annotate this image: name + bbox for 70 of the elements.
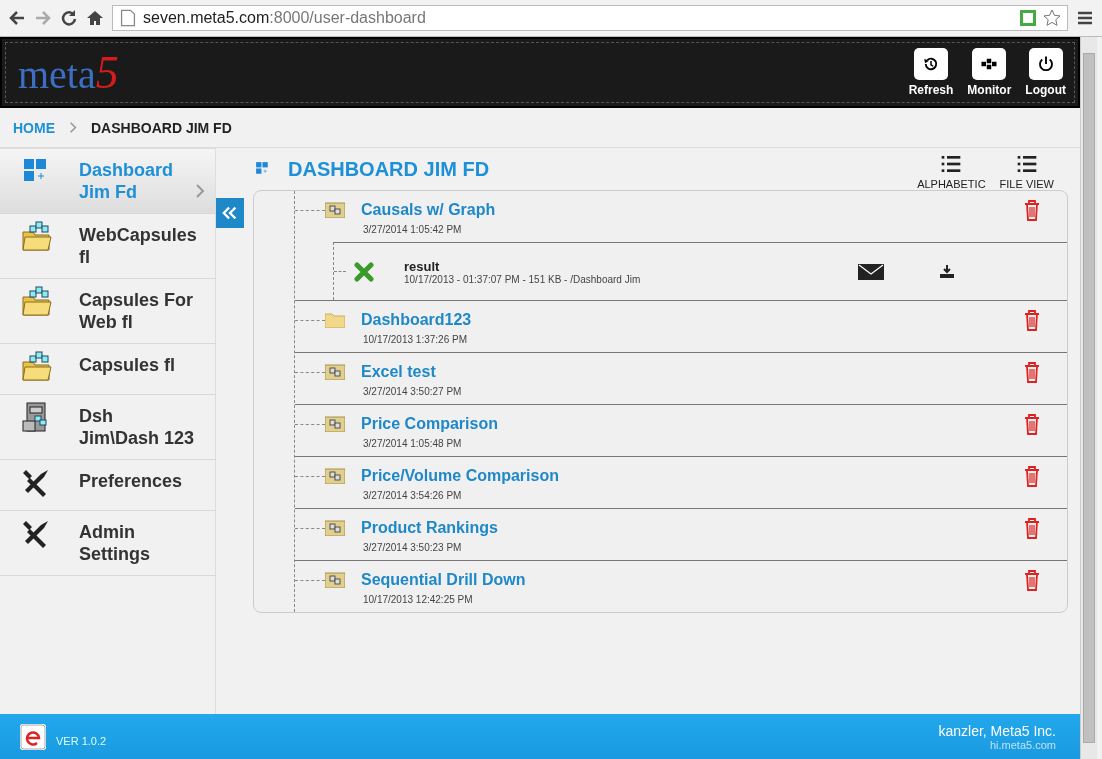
sidebar-item[interactable]: WebCapsules fl — [0, 214, 215, 279]
folder-icon — [325, 312, 345, 328]
sidebar-item-label: Dashboard Jim Fd — [79, 159, 175, 203]
folder-icon — [20, 350, 54, 384]
history-icon — [922, 55, 940, 73]
header-button[interactable]: Refresh — [908, 48, 954, 97]
url-text: seven.meta5.com:8000/user-dashboard — [143, 9, 426, 27]
sidebar-item[interactable]: Dsh Jim\Dash 123 — [0, 395, 215, 460]
sidebar-item[interactable]: Capsules For Web fl — [0, 279, 215, 344]
sidebar-item-label: WebCapsules fl — [79, 224, 197, 268]
list-icon — [1016, 156, 1037, 172]
back-icon[interactable] — [8, 9, 26, 27]
capsule-icon — [325, 520, 345, 536]
item-date: 10/17/2013 12:42:25 PM — [362, 593, 474, 607]
version-text: VER 1.0.2 — [56, 733, 108, 747]
mail-icon[interactable] — [858, 263, 884, 280]
breadcrumb-current: DASHBOARD JIM FD — [91, 119, 232, 136]
site-text: hi.meta5.com — [989, 738, 1056, 751]
page-title: DASHBOARD JIM FD — [288, 157, 491, 181]
chevron-icon — [69, 121, 77, 134]
menu-icon[interactable] — [1076, 9, 1094, 27]
trash-icon[interactable] — [1023, 361, 1041, 383]
sidebar-item-label: Admin Settings — [79, 521, 151, 565]
download-icon[interactable] — [939, 264, 955, 279]
folder-icon — [20, 220, 54, 254]
power-icon — [1036, 55, 1055, 73]
double-chevron-icon — [221, 204, 239, 222]
capsule-icon — [325, 572, 345, 588]
item-date: 3/27/2014 3:50:27 PM — [362, 385, 463, 399]
sidebar-item[interactable]: Capsules fl — [0, 344, 215, 395]
item-date: 3/27/2014 3:50:23 PM — [362, 541, 463, 555]
logo: meta5 — [18, 46, 119, 99]
sidebar-item-label: Capsules For Web fl — [79, 289, 195, 333]
view-button[interactable]: FILE VIEW — [999, 156, 1054, 190]
sidebar-item-label: Capsules fl — [79, 354, 177, 376]
capsule-icon — [325, 468, 345, 484]
item-date: 10/17/2013 1:37:26 PM — [362, 333, 468, 347]
trash-icon[interactable] — [1023, 517, 1041, 539]
item-date: 3/27/2014 1:05:48 PM — [362, 437, 463, 451]
logo-icon — [20, 723, 46, 750]
list-icon — [941, 156, 962, 172]
chevron-icon — [195, 183, 205, 199]
reload-icon[interactable] — [60, 9, 78, 27]
page-icon — [119, 9, 137, 27]
extension-icon[interactable] — [1019, 9, 1037, 27]
file-details: 10/17/2013 - 01:37:07 PM - 151 KB - /Dashboard Jim — [404, 273, 642, 285]
view-button[interactable]: ALPHABETIC — [917, 156, 986, 190]
collapse-button[interactable] — [216, 198, 244, 228]
item-date: 3/27/2014 3:54:26 PM — [362, 489, 463, 503]
sidebar-item-label: Preferences — [79, 470, 184, 492]
address-bar[interactable]: seven.meta5.com:8000/user-dashboard — [112, 5, 1068, 31]
capsule-icon — [325, 416, 345, 432]
sidebar-item-label: Dsh Jim\Dash 123 — [79, 405, 196, 449]
trash-icon[interactable] — [1023, 569, 1041, 591]
scrollbar[interactable] — [1080, 37, 1097, 759]
excel-icon — [354, 261, 374, 282]
company-text: kanzler, Meta5 Inc. — [938, 722, 1056, 739]
sidebar-item[interactable]: Preferences — [0, 460, 215, 511]
trash-icon[interactable] — [1023, 199, 1041, 221]
capsule-icon — [325, 202, 345, 218]
file-name: result — [404, 258, 441, 274]
trash-icon[interactable] — [1023, 465, 1041, 487]
folder-icon — [20, 285, 54, 319]
item-date: 3/27/2014 1:05:42 PM — [362, 223, 463, 237]
bookmark-star-icon[interactable] — [1043, 9, 1061, 27]
trash-icon[interactable] — [1023, 413, 1041, 435]
home-icon[interactable] — [86, 9, 104, 27]
trash-icon[interactable] — [1023, 309, 1041, 331]
capsule-icon — [325, 364, 345, 380]
sidebar-item[interactable]: Admin Settings — [0, 511, 215, 576]
